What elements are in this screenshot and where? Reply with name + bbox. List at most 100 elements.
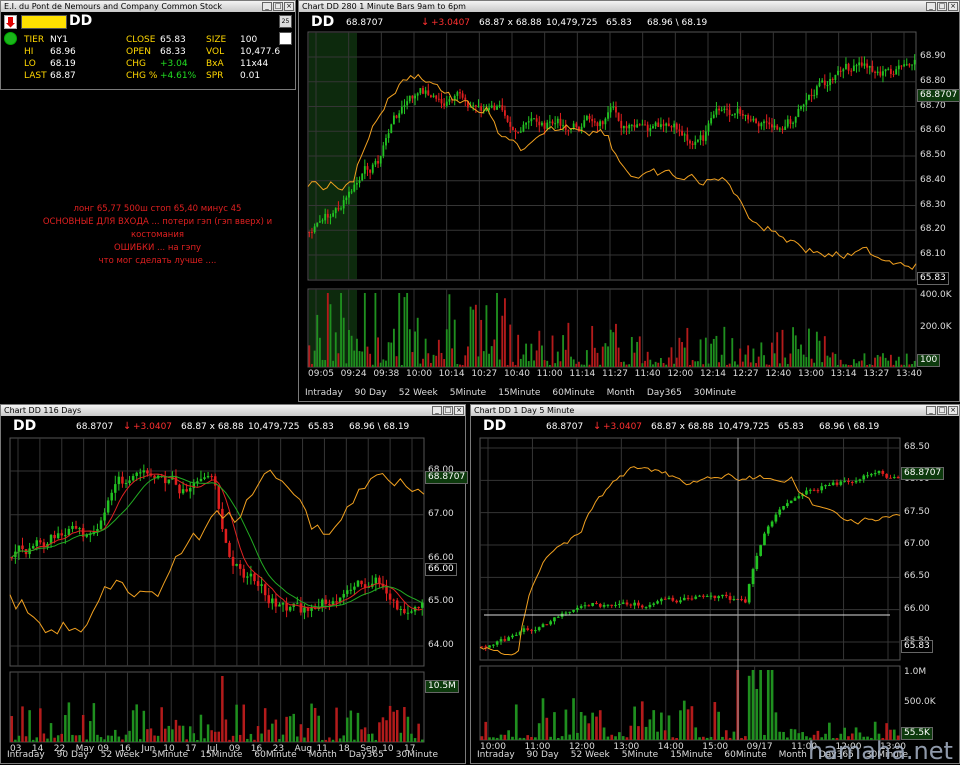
tab-90day[interactable]: 90 Day xyxy=(51,749,95,761)
candle-body xyxy=(628,124,631,129)
volume-bar xyxy=(831,352,834,367)
tab-5minute[interactable]: 5Minute xyxy=(146,749,194,761)
tab-30minute[interactable]: 30Minute xyxy=(390,749,444,761)
volume-bar xyxy=(606,736,610,740)
tab-day365[interactable]: Day365 xyxy=(343,749,390,761)
extra-button[interactable] xyxy=(279,32,292,45)
volume-bar xyxy=(583,715,587,740)
volume-bar xyxy=(114,729,117,742)
chart-1-day-5-minute[interactable]: Chart DD 1 Day 5 Minute _ □ × DD 68.8707 ↓ +3.0… xyxy=(470,404,960,764)
tab-month[interactable]: Month xyxy=(601,387,641,399)
volume-bar xyxy=(474,304,477,367)
volume-bar xyxy=(839,359,842,367)
symbol-input[interactable] xyxy=(21,15,67,29)
chart-1-minute[interactable]: Chart DD 280 1 Minute Bars 9am to 6pm _ □ ×… xyxy=(298,0,960,402)
candle-body xyxy=(490,105,493,108)
candle-body xyxy=(124,483,128,485)
close-icon[interactable]: × xyxy=(284,2,294,11)
candle-body xyxy=(278,604,281,607)
candle-body xyxy=(340,208,342,210)
down-arrow-icon[interactable] xyxy=(4,15,17,29)
candle-body xyxy=(480,105,483,111)
tab-15minute[interactable]: 15Minute xyxy=(194,749,248,761)
tab-52week[interactable]: 52 Week xyxy=(393,387,444,399)
candle-body xyxy=(596,122,599,127)
candle-body xyxy=(602,605,606,607)
tab-52week[interactable]: 52 Week xyxy=(565,749,616,761)
candle-body xyxy=(517,131,520,133)
volume-bar xyxy=(56,735,60,742)
tab-52week[interactable]: 52 Week xyxy=(95,749,146,761)
y-tick-label: 66.00 xyxy=(428,552,454,563)
candle-body xyxy=(751,569,755,585)
y-tick-label: 68.50 xyxy=(904,442,930,452)
candle-body xyxy=(522,628,526,632)
volume-bar xyxy=(331,739,335,742)
moving-average-line xyxy=(11,475,423,608)
volume-bar xyxy=(801,732,804,740)
candle-body xyxy=(786,119,789,127)
tab-90day[interactable]: 90 Day xyxy=(521,749,565,761)
candle-body xyxy=(414,95,416,99)
candle-body xyxy=(625,125,628,129)
volume-bar xyxy=(530,736,533,740)
tab-month[interactable]: Month xyxy=(303,749,343,761)
volume-bar xyxy=(416,317,419,367)
link-button[interactable]: 25 xyxy=(279,15,292,28)
tab-5minute[interactable]: 5Minute xyxy=(616,749,664,761)
candle-body xyxy=(612,106,615,108)
candle-body xyxy=(778,128,781,130)
tab-5minute[interactable]: 5Minute xyxy=(444,387,492,399)
candle-body xyxy=(379,155,382,164)
tab-month[interactable]: Month xyxy=(773,749,813,761)
quote-titlebar[interactable]: E.I. du Pont de Nemours and Company Comm… xyxy=(1,1,295,12)
candle-body xyxy=(641,124,644,126)
tab-60minute[interactable]: 60Minute xyxy=(546,387,600,399)
candle-body xyxy=(686,134,689,141)
candle-body xyxy=(784,126,787,130)
volume-bar xyxy=(348,329,350,367)
candle-body xyxy=(752,118,755,121)
volume-bar xyxy=(453,319,456,367)
volume-bar xyxy=(876,355,879,367)
candle-body xyxy=(699,135,702,141)
volume-bar xyxy=(599,364,602,367)
volume-bar xyxy=(556,351,559,367)
tab-90day[interactable]: 90 Day xyxy=(349,387,393,399)
chart-plot[interactable] xyxy=(471,405,959,763)
volume-bar xyxy=(224,719,228,742)
candle-body xyxy=(778,509,782,515)
maximize-icon[interactable]: □ xyxy=(273,2,283,11)
chart-plot[interactable] xyxy=(299,1,959,401)
candle-body xyxy=(609,107,612,113)
candle-body xyxy=(868,65,871,68)
volume-bar xyxy=(564,349,567,367)
candle-body xyxy=(492,644,495,646)
refresh-icon[interactable] xyxy=(4,32,17,45)
field-value-open: 68.33 xyxy=(160,47,186,57)
tab-60minute[interactable]: 60Minute xyxy=(248,749,302,761)
volume-bar xyxy=(792,327,795,367)
minimize-icon[interactable]: _ xyxy=(262,2,272,11)
candle-body xyxy=(253,573,256,582)
field-value-size: 100 xyxy=(240,35,258,45)
quote-window: E.I. du Pont de Nemours and Company Comm… xyxy=(0,0,296,90)
tab-intraday[interactable]: Intraday xyxy=(471,749,521,761)
tab-day365[interactable]: Day365 xyxy=(641,387,688,399)
chart-plot[interactable] xyxy=(1,405,465,763)
candle-body xyxy=(587,605,591,607)
volume-bar xyxy=(390,342,393,367)
candle-body xyxy=(188,488,192,492)
chart-116-days[interactable]: Chart DD 116 Days _ □ × DD 68.8707 ↓ +3.0407 68.… xyxy=(0,404,469,764)
tab-intraday[interactable]: Intraday xyxy=(1,749,51,761)
volume-tick-label: 1.0M xyxy=(904,667,927,677)
volume-bar xyxy=(527,361,530,367)
tab-60minute[interactable]: 60Minute xyxy=(718,749,772,761)
candle-body xyxy=(530,118,533,122)
tab-intraday[interactable]: Intraday xyxy=(299,387,349,399)
tab-15minute[interactable]: 15Minute xyxy=(492,387,546,399)
volume-bar xyxy=(388,705,392,742)
tab-30minute[interactable]: 30Minute xyxy=(688,387,742,399)
volume-bar xyxy=(744,354,747,367)
tab-15minute[interactable]: 15Minute xyxy=(664,749,718,761)
